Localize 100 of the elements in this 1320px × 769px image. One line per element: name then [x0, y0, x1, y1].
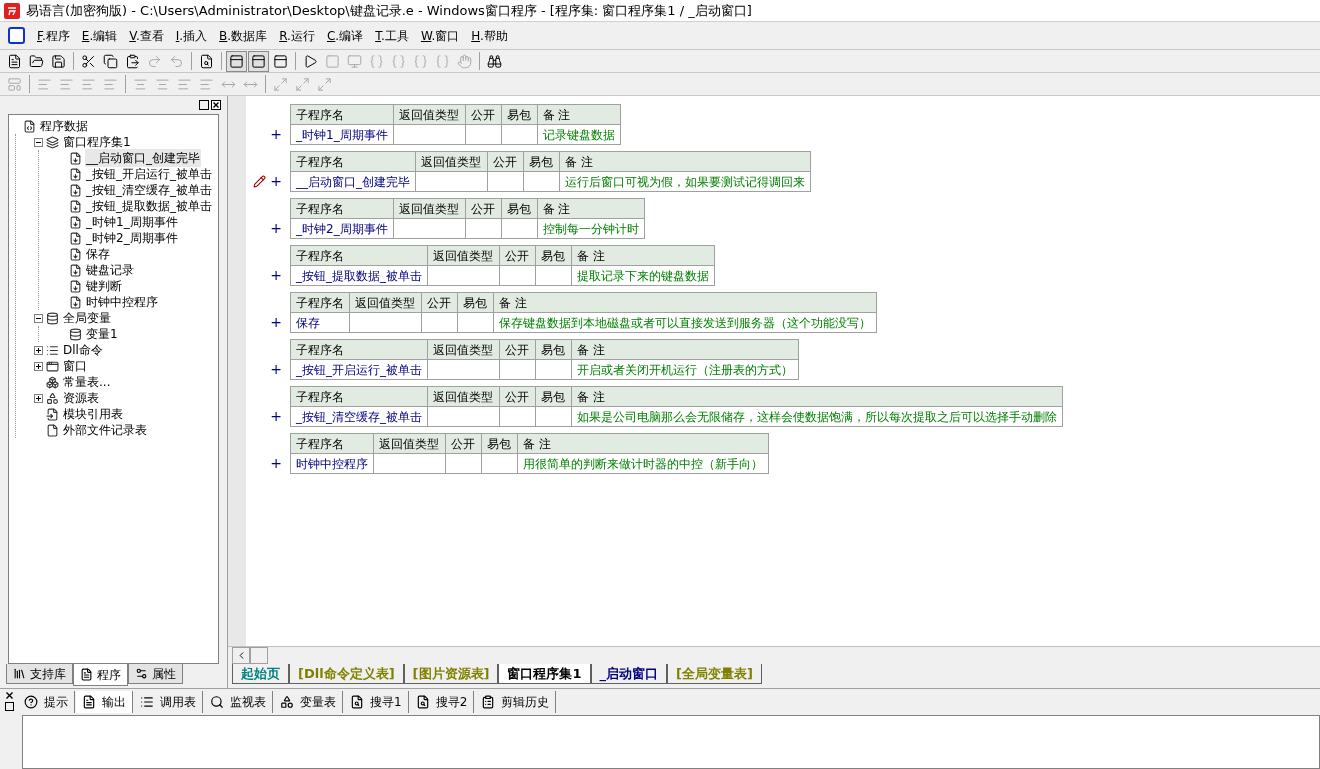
tree-item[interactable]: _按钮_清空缓存_被单击 — [85, 181, 213, 199]
app-menu-icon[interactable] — [8, 27, 25, 44]
restore-button[interactable] — [4, 702, 14, 711]
expand-toggle[interactable]: + — [270, 406, 282, 427]
subroutine-name-cell: 时钟中控程序 — [290, 453, 374, 474]
align-icon — [59, 76, 74, 92]
note-cell: 控制每一分钟计时 — [537, 218, 645, 239]
shapes-icon — [46, 391, 59, 405]
menu-item[interactable]: F.程序 — [37, 26, 70, 45]
tree-item[interactable]: 键盘记录 — [85, 261, 135, 279]
subroutine-icon — [69, 263, 82, 277]
close-icon[interactable] — [211, 100, 221, 110]
menu-item[interactable]: H.帮助 — [471, 26, 508, 45]
output-tab[interactable]: 输出 — [76, 691, 133, 713]
tree-item[interactable]: 全局变量 — [62, 309, 112, 327]
column-header: 返回值类型 — [349, 292, 422, 313]
column-header: 公开 — [487, 151, 524, 172]
note-cell: 运行后窗口可视为假，如果要测试记得调回来 — [559, 171, 811, 192]
cylinder-icon — [69, 327, 82, 341]
menu-item[interactable]: B.数据库 — [219, 26, 268, 45]
column-header: 公开 — [499, 245, 536, 266]
scrollbar-thumb[interactable] — [250, 647, 268, 664]
close-icon[interactable] — [4, 691, 14, 700]
collapse-icon[interactable] — [34, 313, 43, 323]
document-tab[interactable]: 起始页 — [232, 664, 289, 684]
hint-icon — [24, 695, 38, 709]
subroutine-icon — [69, 167, 82, 181]
document-tab[interactable]: [图片资源表] — [403, 664, 499, 684]
tree-item[interactable]: Dll命令 — [62, 341, 104, 359]
menu-item[interactable]: C.编译 — [326, 26, 364, 45]
tree-item[interactable]: 常量表... — [62, 373, 112, 391]
search-icon — [415, 695, 430, 709]
menu-item[interactable]: E.编辑 — [81, 26, 118, 45]
note-cell: 如果是公司电脑那么会无限储存，这样会使数据饱满，所以每次提取之后可以选择手动删除 — [571, 406, 1063, 427]
expand-toggle[interactable]: + — [270, 124, 282, 145]
layout-button[interactable] — [248, 50, 269, 72]
expand-toggle[interactable]: + — [270, 265, 282, 286]
tree-item[interactable]: 键判断 — [85, 277, 123, 295]
tree-item[interactable]: 变量1 — [85, 325, 119, 343]
tree-item[interactable]: 保存 — [85, 245, 111, 263]
tree-item[interactable]: _按钮_提取数据_被单击 — [85, 197, 213, 215]
tree-item[interactable]: 资源表 — [62, 389, 100, 407]
expand-toggle[interactable]: + — [270, 218, 282, 239]
panel-tab[interactable]: 程序 — [73, 664, 128, 686]
column-header: 备 注 — [571, 339, 799, 360]
collapse-icon[interactable] — [34, 137, 43, 147]
subroutine-name-cell: _按钮_提取数据_被单击 — [290, 265, 428, 286]
column-header: 易包 — [535, 245, 572, 266]
column-header: 公开 — [465, 104, 502, 125]
menu-item[interactable]: I.插入 — [175, 26, 208, 45]
column-header: 返回值类型 — [393, 198, 466, 219]
tree-item[interactable]: _按钮_开启运行_被单击 — [85, 165, 213, 183]
menu-item[interactable]: T.工具 — [375, 26, 409, 45]
expand-icon[interactable] — [34, 361, 43, 371]
document-tab[interactable]: _启动窗口 — [590, 664, 668, 684]
layout-icon — [229, 53, 244, 69]
tree-item[interactable]: 窗口 — [62, 357, 88, 375]
column-header: 备 注 — [493, 292, 877, 313]
document-tab[interactable]: [Dll命令定义表] — [289, 664, 404, 684]
tree-item[interactable]: 外部文件记录表 — [62, 421, 148, 439]
menu-item[interactable]: R.运行 — [279, 26, 315, 45]
restore-button[interactable] — [199, 100, 209, 110]
column-header: 易包 — [457, 292, 494, 313]
document-tab[interactable]: 窗口程序集1 — [498, 664, 591, 684]
expand-toggle[interactable]: + — [270, 453, 282, 474]
output-icon — [82, 695, 96, 709]
menu-item[interactable]: V.查看 — [129, 26, 164, 45]
column-header: 返回值类型 — [373, 433, 446, 454]
tree-item[interactable]: 程序数据 — [39, 117, 89, 135]
tree-item[interactable]: _时钟2_周期事件 — [85, 229, 179, 247]
expand-toggle[interactable]: + — [270, 359, 282, 380]
column-header: 子程序名 — [290, 292, 350, 313]
subroutine-icon — [69, 183, 82, 197]
expand-icon[interactable] — [34, 345, 43, 355]
tree-item[interactable]: 窗口程序集1 — [62, 133, 132, 151]
panel-tab[interactable]: 属性 — [128, 664, 183, 684]
braces-icon — [413, 53, 428, 69]
tree-item[interactable]: _时钟1_周期事件 — [85, 213, 179, 231]
tree-item[interactable]: 时钟中控程序 — [85, 293, 159, 311]
scroll-left-button[interactable] — [232, 647, 250, 664]
note-cell: 提取记录下来的键盘数据 — [571, 265, 715, 286]
align-icon — [37, 76, 52, 92]
document-tab[interactable]: [全局变量表] — [667, 664, 762, 684]
layout-button[interactable] — [226, 50, 247, 72]
menu-item[interactable]: W.窗口 — [420, 26, 460, 45]
expand-toggle[interactable]: + — [270, 312, 282, 333]
binoculars-icon — [487, 53, 502, 69]
file-icon — [46, 423, 59, 437]
column-header: 备 注 — [559, 151, 811, 172]
expand-icon[interactable] — [34, 393, 43, 403]
subroutine-name-cell: _按钮_开启运行_被单击 — [290, 359, 428, 380]
subroutine-name-cell: 保存 — [290, 312, 350, 333]
search-icon — [350, 695, 364, 709]
tree-item[interactable]: __启动窗口_创建完毕 — [85, 149, 201, 167]
resize-icon — [273, 76, 288, 92]
tree-item[interactable]: 模块引用表 — [62, 405, 124, 423]
run-icon — [303, 53, 318, 69]
panel-tab[interactable]: 支持库 — [6, 664, 73, 684]
expand-toggle[interactable]: + — [270, 171, 282, 192]
save-icon — [51, 53, 66, 69]
